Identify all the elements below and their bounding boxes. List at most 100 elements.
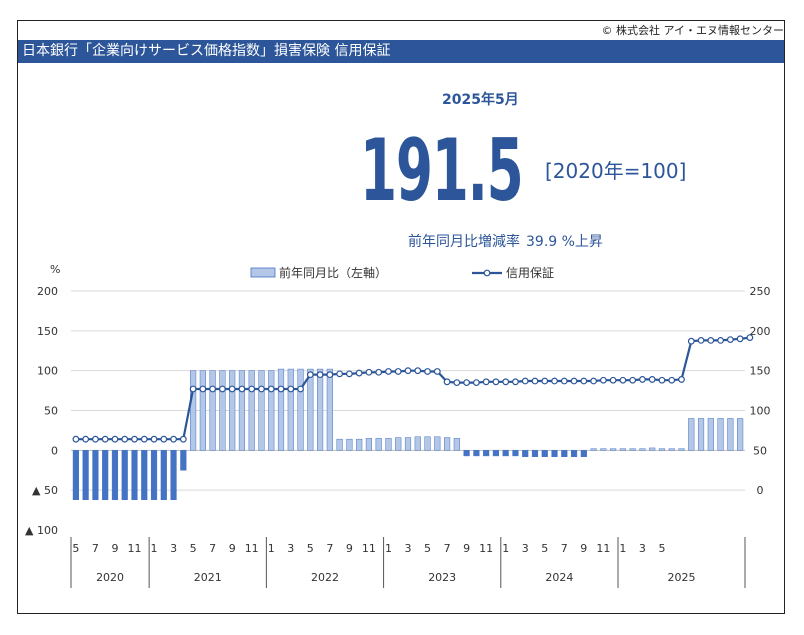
bar-mark <box>190 370 197 451</box>
line-point <box>512 378 519 386</box>
bar-mark <box>727 418 734 451</box>
y-left-tick-label: ▲ 100 <box>25 524 58 537</box>
bar-mark <box>180 450 187 471</box>
bar-mark <box>82 450 89 500</box>
x-month-label: 11 <box>479 542 493 555</box>
y-left-tick-label: 100 <box>37 365 58 378</box>
line-point <box>404 367 412 375</box>
bar-mark <box>639 448 646 451</box>
y-left-tick-label: 50 <box>44 405 58 418</box>
line-point <box>179 435 187 443</box>
x-month-label: 9 <box>346 542 353 555</box>
bar-mark <box>649 447 656 451</box>
bar-mark <box>492 450 499 457</box>
y-left-tick-label: 0 <box>51 444 58 457</box>
line-point <box>590 377 597 385</box>
line-point <box>521 377 529 385</box>
x-year-label: 2025 <box>668 571 696 584</box>
x-month-label: 7 <box>209 542 216 555</box>
x-month-label: 5 <box>307 542 314 555</box>
x-year-label: 2021 <box>194 571 222 584</box>
x-month-label: 3 <box>522 542 529 555</box>
bar-mark <box>307 368 314 451</box>
line-point <box>258 385 265 393</box>
line-point <box>707 336 715 344</box>
bar-mark <box>209 370 216 451</box>
y-left-tick-label: 150 <box>37 325 58 338</box>
y-right-tick-label: 100 <box>750 405 771 418</box>
bar-mark <box>580 450 587 457</box>
x-year-label: 2023 <box>428 571 456 584</box>
line-point <box>248 385 256 393</box>
bar-mark <box>697 418 705 451</box>
bar-mark <box>707 418 714 451</box>
legend-line-label: 信用保証 <box>506 266 554 280</box>
line-point <box>433 368 441 375</box>
bar-mark <box>629 448 636 451</box>
line-point <box>541 377 549 385</box>
line-point <box>111 435 119 443</box>
line-point <box>336 370 344 378</box>
x-month-label: 5 <box>424 542 431 555</box>
x-month-label: 3 <box>405 542 412 555</box>
bar-mark <box>522 450 529 457</box>
bar-mark <box>717 418 724 451</box>
line-point <box>160 435 168 443</box>
x-month-label: 3 <box>639 542 646 555</box>
x-month-label: 7 <box>326 542 333 555</box>
line-point <box>121 435 129 443</box>
x-month-label: 7 <box>444 542 451 555</box>
line-point <box>502 378 510 386</box>
bar-mark <box>453 438 460 451</box>
line-point <box>228 385 236 393</box>
y-right-tick-label: 250 <box>750 285 771 298</box>
line-point <box>170 435 177 443</box>
x-month-label: 11 <box>362 542 376 555</box>
x-month-label: 1 <box>385 542 392 555</box>
line-point <box>219 385 226 393</box>
line-point <box>287 385 295 393</box>
bar-mark <box>248 370 255 451</box>
line-point <box>199 385 207 393</box>
bar-mark <box>512 450 519 457</box>
x-month-label: 1 <box>268 542 275 555</box>
bar-mark <box>287 368 294 451</box>
bar-mark <box>375 438 382 451</box>
bar-mark <box>434 436 441 451</box>
bar-mark <box>678 448 685 451</box>
y-left-tick-label: 200 <box>37 285 58 298</box>
x-month-label: 1 <box>502 542 509 555</box>
x-month-label: 5 <box>72 542 79 555</box>
line-point <box>150 435 158 443</box>
legend-bar-label: 前年同月比（左軸） <box>279 265 387 280</box>
bar-mark <box>610 448 617 451</box>
bar-mark <box>229 370 236 451</box>
x-month-label: 11 <box>245 542 259 555</box>
line-point <box>277 385 285 393</box>
line-series <box>72 334 754 443</box>
bar-mark <box>150 450 158 500</box>
line-point <box>443 378 451 386</box>
line-point <box>472 379 480 387</box>
x-month-label: 5 <box>190 542 197 555</box>
x-month-label: 9 <box>580 542 587 555</box>
y-right-tick-label: 150 <box>750 365 771 378</box>
bar-mark <box>395 437 402 451</box>
line-point <box>639 376 646 383</box>
bar-mark <box>443 437 451 451</box>
x-month-label: 9 <box>229 542 236 555</box>
line-point <box>629 376 637 384</box>
x-month-label: 7 <box>561 542 568 555</box>
bar-mark <box>336 438 343 451</box>
bar-mark <box>92 450 99 500</box>
bar-mark <box>404 437 412 451</box>
x-year-label: 2024 <box>545 571 573 584</box>
line-point <box>570 377 578 385</box>
line-point <box>72 435 80 443</box>
combo-chart: 200150100500▲ 50▲ 100%2502001501005005 7 9… <box>25 263 771 588</box>
line-point <box>599 376 607 384</box>
bar-mark <box>277 368 285 451</box>
line-point <box>453 379 461 387</box>
bar-mark <box>141 450 148 500</box>
line-point <box>140 435 148 443</box>
